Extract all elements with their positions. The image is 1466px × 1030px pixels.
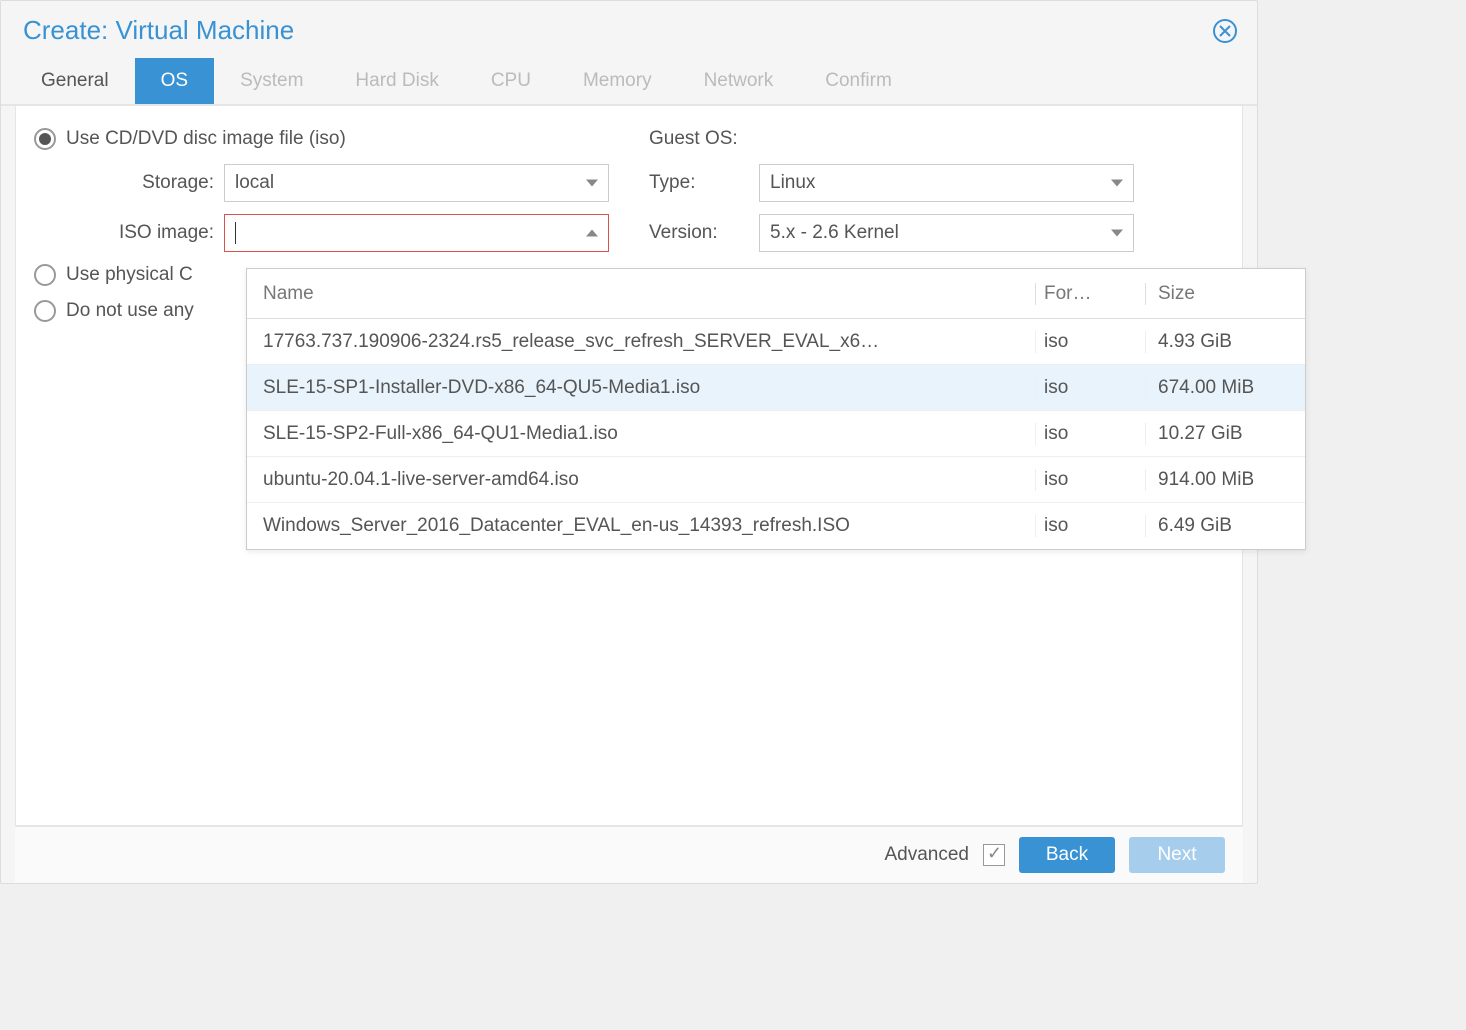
col-header-name[interactable]: Name bbox=[247, 283, 1035, 305]
storage-combo[interactable]: local bbox=[224, 164, 609, 202]
text-cursor bbox=[235, 222, 236, 244]
close-icon[interactable] bbox=[1213, 19, 1237, 43]
iso-option-name: Windows_Server_2016_Datacenter_EVAL_en-u… bbox=[247, 515, 1035, 537]
radio-use-iso[interactable] bbox=[34, 128, 56, 150]
radio-use-physical-label: Use physical C bbox=[66, 264, 193, 286]
iso-option-format: iso bbox=[1035, 331, 1145, 353]
modal-title: Create: Virtual Machine bbox=[23, 15, 294, 46]
tab-network: Network bbox=[678, 58, 800, 104]
create-vm-modal: Create: Virtual Machine General OS Syste… bbox=[0, 0, 1258, 884]
radio-use-physical[interactable] bbox=[34, 264, 56, 286]
next-button[interactable]: Next bbox=[1129, 837, 1225, 873]
iso-option-name: 17763.737.190906-2324.rs5_release_svc_re… bbox=[247, 331, 1035, 353]
tab-confirm: Confirm bbox=[799, 58, 918, 104]
tab-os[interactable]: OS bbox=[135, 58, 214, 104]
chevron-down-icon bbox=[586, 230, 598, 237]
iso-option[interactable]: 17763.737.190906-2324.rs5_release_svc_re… bbox=[247, 319, 1305, 365]
os-version-value: 5.x - 2.6 Kernel bbox=[770, 222, 899, 244]
tab-general[interactable]: General bbox=[15, 58, 135, 104]
version-label: Version: bbox=[649, 222, 759, 244]
os-version-combo[interactable]: 5.x - 2.6 Kernel bbox=[759, 214, 1134, 252]
iso-option-format: iso bbox=[1035, 377, 1145, 399]
iso-option-name: ubuntu-20.04.1-live-server-amd64.iso bbox=[247, 469, 1035, 491]
iso-option[interactable]: Windows_Server_2016_Datacenter_EVAL_en-u… bbox=[247, 503, 1305, 549]
iso-option-format: iso bbox=[1035, 469, 1145, 491]
wizard-footer: Advanced Back Next bbox=[15, 826, 1243, 883]
tab-memory: Memory bbox=[557, 58, 678, 104]
col-header-size[interactable]: Size bbox=[1145, 283, 1305, 305]
advanced-checkbox[interactable] bbox=[983, 844, 1005, 866]
iso-dropdown[interactable]: Name For… Size 17763.737.190906-2324.rs5… bbox=[246, 268, 1306, 550]
tab-cpu: CPU bbox=[465, 58, 557, 104]
chevron-down-icon bbox=[1111, 230, 1123, 237]
storage-value: local bbox=[235, 172, 274, 194]
iso-option-size: 914.00 MiB bbox=[1145, 469, 1305, 491]
col-header-format[interactable]: For… bbox=[1035, 283, 1145, 305]
iso-option[interactable]: SLE-15-SP2-Full-x86_64-QU1-Media1.iso is… bbox=[247, 411, 1305, 457]
iso-option[interactable]: ubuntu-20.04.1-live-server-amd64.iso iso… bbox=[247, 457, 1305, 503]
os-type-combo[interactable]: Linux bbox=[759, 164, 1134, 202]
back-button[interactable]: Back bbox=[1019, 837, 1115, 873]
iso-option-size: 674.00 MiB bbox=[1145, 377, 1305, 399]
iso-option[interactable]: SLE-15-SP1-Installer-DVD-x86_64-QU5-Medi… bbox=[247, 365, 1305, 411]
radio-use-iso-row[interactable]: Use CD/DVD disc image file (iso) bbox=[34, 128, 609, 150]
iso-option-name: SLE-15-SP2-Full-x86_64-QU1-Media1.iso bbox=[247, 423, 1035, 445]
iso-option-size: 10.27 GiB bbox=[1145, 423, 1305, 445]
iso-option-size: 6.49 GiB bbox=[1145, 515, 1305, 537]
iso-option-format: iso bbox=[1035, 515, 1145, 537]
advanced-label: Advanced bbox=[884, 844, 969, 866]
radio-use-iso-label: Use CD/DVD disc image file (iso) bbox=[66, 128, 346, 150]
iso-option-size: 4.93 GiB bbox=[1145, 331, 1305, 353]
os-type-value: Linux bbox=[770, 172, 815, 194]
radio-no-media[interactable] bbox=[34, 300, 56, 322]
storage-label: Storage: bbox=[34, 172, 224, 194]
iso-option-name: SLE-15-SP1-Installer-DVD-x86_64-QU5-Medi… bbox=[247, 377, 1035, 399]
iso-image-label: ISO image: bbox=[34, 222, 224, 244]
radio-no-media-label: Do not use any bbox=[66, 300, 194, 322]
iso-dropdown-header: Name For… Size bbox=[247, 269, 1305, 319]
tab-system: System bbox=[214, 58, 329, 104]
tab-harddisk: Hard Disk bbox=[329, 58, 464, 104]
os-panel: Use CD/DVD disc image file (iso) Storage… bbox=[15, 106, 1243, 826]
modal-header: Create: Virtual Machine bbox=[1, 1, 1257, 52]
type-label: Type: bbox=[649, 172, 759, 194]
chevron-down-icon bbox=[1111, 180, 1123, 187]
chevron-down-icon bbox=[586, 180, 598, 187]
iso-option-format: iso bbox=[1035, 423, 1145, 445]
guest-os-label: Guest OS: bbox=[649, 128, 738, 150]
wizard-tabs: General OS System Hard Disk CPU Memory N… bbox=[1, 52, 1257, 106]
iso-image-combo[interactable] bbox=[224, 214, 609, 252]
